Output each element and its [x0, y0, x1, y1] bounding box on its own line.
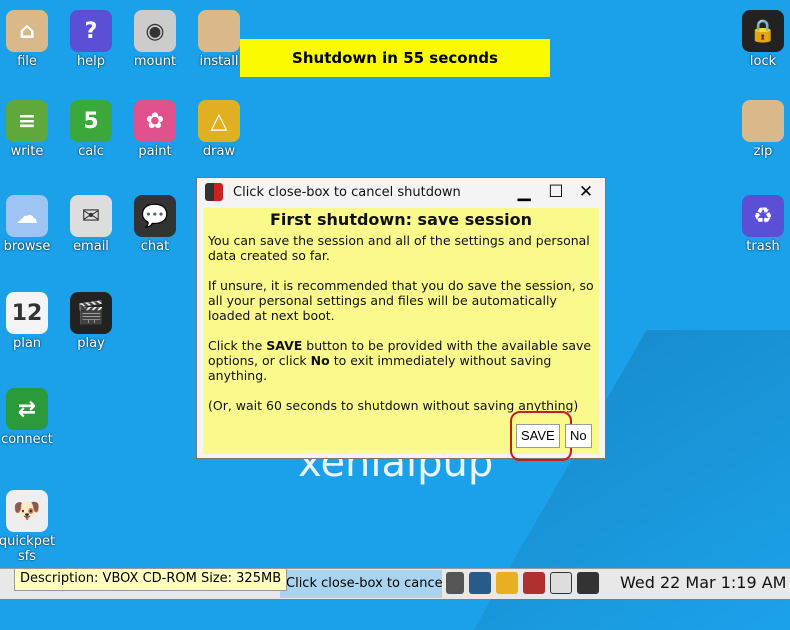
- shutdown-dialog: Click close-box to cancel shutdown ▁ ☐ ✕…: [196, 177, 606, 461]
- clipboard-icon[interactable]: [550, 572, 572, 594]
- icon-label: play: [77, 336, 105, 351]
- dialog-text: You can save the session and all of the …: [208, 233, 590, 263]
- email-icon: ✉: [70, 195, 112, 237]
- calc-icon: 5: [70, 100, 112, 142]
- desktop-icon-email[interactable]: ✉ email: [61, 195, 121, 254]
- desktop-icon-connect[interactable]: ⇄ connect: [0, 388, 57, 447]
- dialog-text: Click the SAVE button to be provided wit…: [208, 338, 592, 383]
- desktop-icon-plan[interactable]: 12 plan: [0, 292, 57, 351]
- mount-icon: ◉: [134, 10, 176, 52]
- drive-icon[interactable]: [496, 572, 518, 594]
- desktop-icon-draw[interactable]: △ draw: [189, 100, 249, 159]
- help-icon: ?: [70, 10, 112, 52]
- draw-icon: △: [198, 100, 240, 142]
- desktop-icon-lock[interactable]: 🔒 lock: [733, 10, 790, 69]
- icon-label: mount: [133, 54, 177, 69]
- cpu-monitor-icon[interactable]: [577, 572, 599, 594]
- dialog-heading: First shutdown: save session: [269, 210, 533, 229]
- dialog-body: First shutdown: save session You can sav…: [203, 208, 599, 461]
- save-button[interactable]: SAVE: [516, 424, 560, 448]
- system-tray: [446, 572, 599, 594]
- quickpet-sfs-icon: 🐶: [6, 490, 48, 532]
- plan-icon: 12: [6, 292, 48, 334]
- icon-label: connect: [1, 432, 53, 447]
- file-icon: ⌂: [6, 10, 48, 52]
- icon-label: trash: [746, 239, 780, 254]
- icon-label: help: [76, 54, 106, 69]
- maximize-icon[interactable]: ☐: [545, 182, 567, 202]
- icon-label: quickpet sfs: [0, 534, 56, 564]
- icon-label: draw: [202, 144, 236, 159]
- minimize-icon[interactable]: ▁: [513, 182, 535, 202]
- connect-icon: ⇄: [6, 388, 48, 430]
- desktop-icon-paint[interactable]: ✿ paint: [125, 100, 185, 159]
- desktop-icon-zip[interactable]: zip: [733, 100, 790, 159]
- dialog-title: Click close-box to cancel shutdown: [233, 184, 461, 200]
- firewall-shield-icon[interactable]: [523, 572, 545, 594]
- desktop-icon-quickpet-sfs[interactable]: 🐶 quickpet sfs: [0, 490, 57, 564]
- app-logo-icon: [205, 183, 223, 201]
- icon-label: calc: [78, 144, 104, 159]
- clock[interactable]: Wed 22 Mar 1:19 AM: [620, 573, 786, 592]
- icon-label: browse: [3, 239, 51, 254]
- dialog-text: If unsure, it is recommended that you do…: [208, 278, 594, 323]
- network-icon[interactable]: [469, 572, 491, 594]
- dialog-titlebar[interactable]: Click close-box to cancel shutdown: [197, 178, 605, 206]
- icon-label: email: [73, 239, 109, 254]
- tooltip: Description: VBOX CD-ROM Size: 325MB: [14, 568, 288, 591]
- desktop-icon-help[interactable]: ? help: [61, 10, 121, 69]
- volume-icon[interactable]: [446, 572, 464, 594]
- play-icon: 🎬: [70, 292, 112, 334]
- desktop-icon-trash[interactable]: ♻ trash: [733, 195, 790, 254]
- browse-icon: ☁: [6, 195, 48, 237]
- icon-label: lock: [749, 54, 777, 69]
- close-icon[interactable]: ✕: [575, 182, 597, 202]
- icon-label: plan: [12, 336, 42, 351]
- icon-label: paint: [138, 144, 172, 159]
- taskbar-window-button[interactable]: Click close-box to cancel shutdown: [280, 570, 442, 598]
- chat-icon: 💬: [134, 195, 176, 237]
- icon-label: zip: [753, 144, 773, 159]
- paint-icon: ✿: [134, 100, 176, 142]
- trash-icon: ♻: [742, 195, 784, 237]
- desktop-icon-browse[interactable]: ☁ browse: [0, 195, 57, 254]
- desktop-icon-write[interactable]: ≡ write: [0, 100, 57, 159]
- desktop-icon-play[interactable]: 🎬 play: [61, 292, 121, 351]
- no-button[interactable]: No: [565, 424, 592, 448]
- desktop-icon-file[interactable]: ⌂ file: [0, 10, 57, 69]
- shutdown-countdown-banner: Shutdown in 55 seconds: [240, 39, 550, 77]
- install-icon: [198, 10, 240, 52]
- zip-icon: [742, 100, 784, 142]
- lock-icon: 🔒: [742, 10, 784, 52]
- icon-label: chat: [140, 239, 170, 254]
- desktop-icon-chat[interactable]: 💬 chat: [125, 195, 185, 254]
- write-icon: ≡: [6, 100, 48, 142]
- desktop-icon-calc[interactable]: 5 calc: [61, 100, 121, 159]
- icon-label: file: [17, 54, 37, 69]
- desktop-icon-mount[interactable]: ◉ mount: [125, 10, 185, 69]
- icon-label: write: [10, 144, 44, 159]
